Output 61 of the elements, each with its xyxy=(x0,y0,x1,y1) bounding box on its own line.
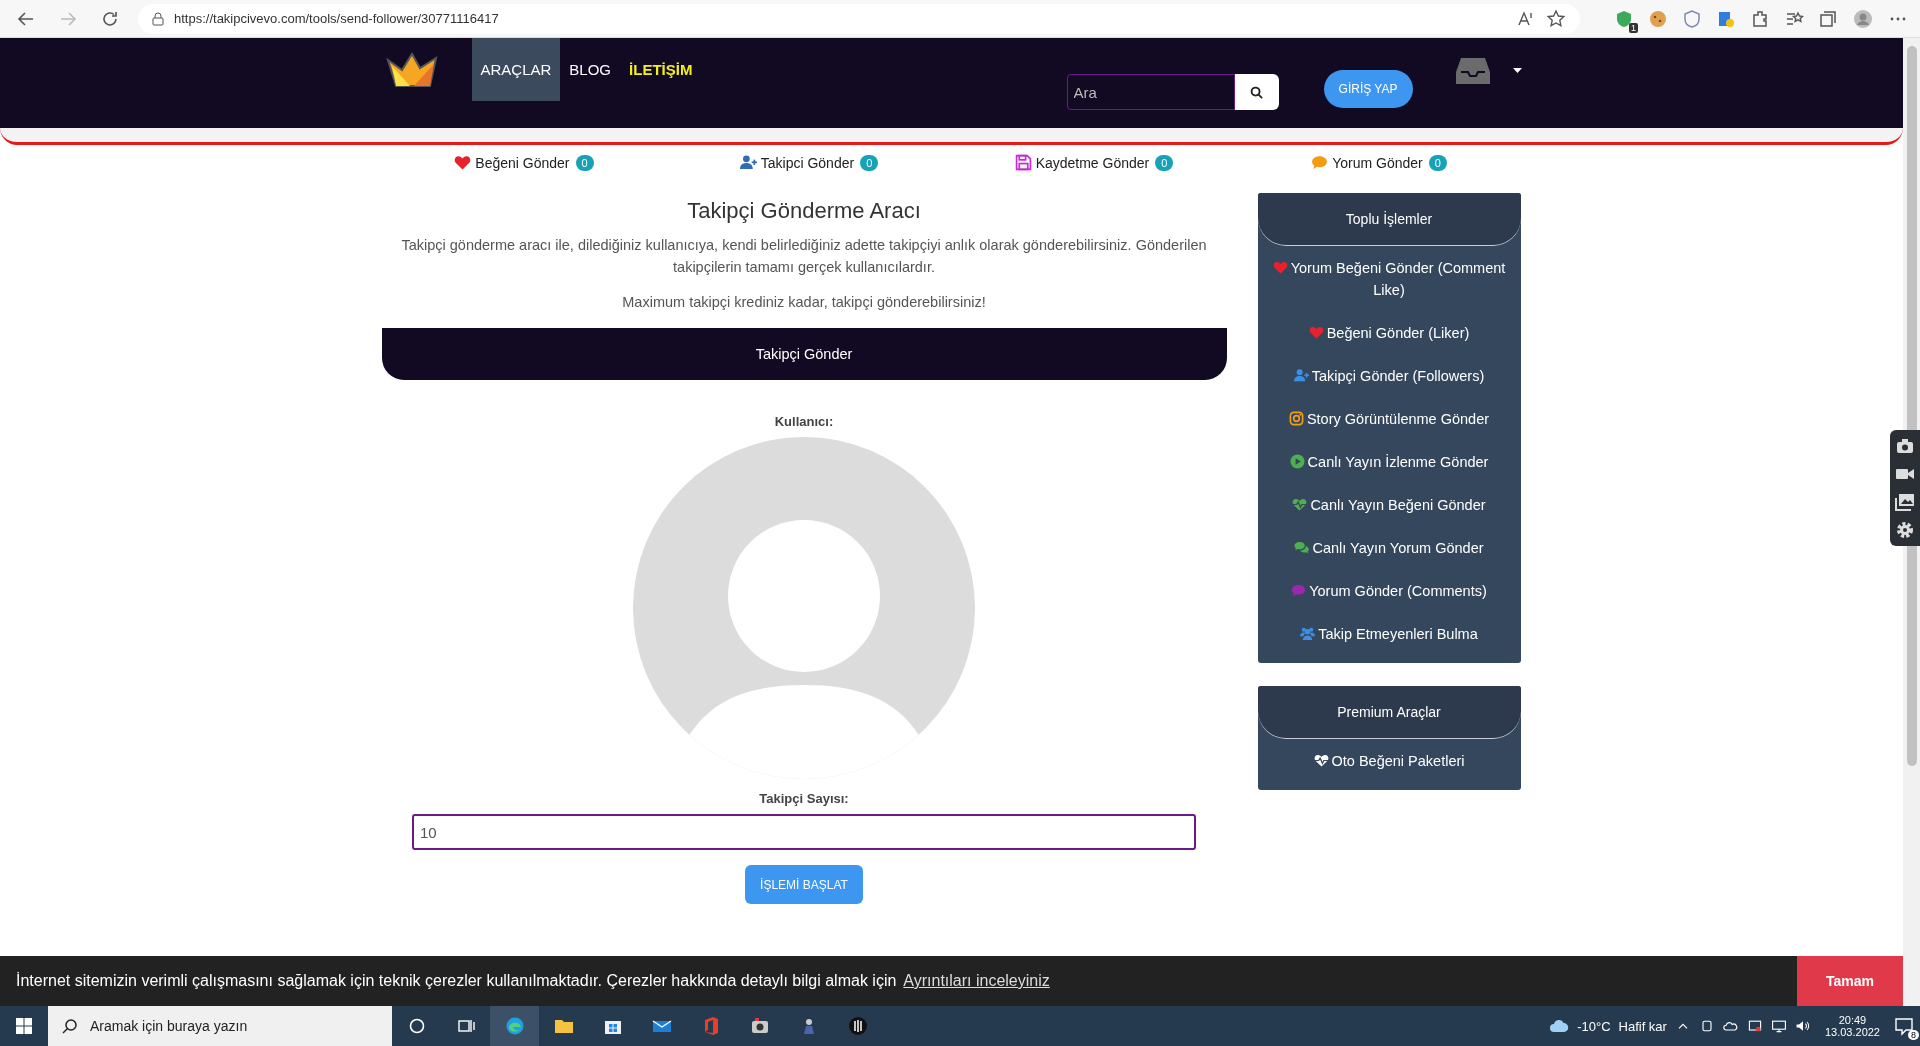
clock-date: 13.03.2022 xyxy=(1824,1026,1880,1038)
temperature-text: -10°C xyxy=(1577,1018,1611,1034)
audio-app-icon[interactable] xyxy=(847,1016,868,1036)
camera-icon[interactable] xyxy=(1895,436,1915,456)
panel-header: Toplu İşlemler xyxy=(1257,193,1521,246)
nav-link[interactable]: ARAÇLAR xyxy=(471,38,561,101)
cookie-text: İnternet sitemizin verimli çalışmasını sağlamak için teknik çerezler kullanılmaktadır. Çerezler hakkında detaylı bilgi almak için xyxy=(15,972,897,990)
search-field[interactable]: Ara xyxy=(1066,74,1235,110)
sidebar-link[interactable]: Beğeni Gönder (Liker) xyxy=(1257,311,1521,354)
gallery-icon[interactable] xyxy=(1895,492,1915,512)
note-text: Maximum takipçi krediniz kadar, takipçi gönderebilirsiniz! xyxy=(622,294,986,310)
shield-extension-icon[interactable] xyxy=(1614,8,1634,29)
count-field[interactable]: 10 xyxy=(412,814,1196,850)
tool-link[interactable]: Kaydetme Gönder 0 xyxy=(1008,153,1180,172)
count-badge: 0 xyxy=(860,154,879,171)
puzzle-icon[interactable] xyxy=(1750,8,1770,29)
lock-icon xyxy=(152,11,164,26)
favorite-star-icon[interactable] xyxy=(1546,8,1566,29)
caret-icon[interactable] xyxy=(1512,68,1522,74)
sidebar-link[interactable]: Yorum Beğeni Gönder (Comment Like) xyxy=(1257,246,1521,311)
search-button[interactable] xyxy=(1234,74,1279,110)
notification-badge: 8 xyxy=(1908,1030,1919,1040)
shield-icon[interactable] xyxy=(1682,8,1702,29)
field-label: Kullanıcı: xyxy=(774,414,834,429)
sidebar-link[interactable]: Story Görüntülenme Gönder xyxy=(1257,397,1521,440)
count-badge: 0 xyxy=(1428,154,1447,171)
notification-icon[interactable] xyxy=(1894,1016,1914,1036)
profile-avatar-icon[interactable] xyxy=(1852,8,1874,29)
search-icon xyxy=(1250,85,1264,99)
field-label: Takipçi Sayısı: xyxy=(759,791,849,806)
tool-link[interactable]: Beğeni Gönder 0 xyxy=(448,153,600,172)
details-link[interactable]: Ayrıntıları inceleyiniz xyxy=(903,972,1050,990)
extension-badge: 1 xyxy=(1629,22,1638,33)
sidebar-link[interactable]: Takipçi Gönder (Followers) xyxy=(1257,354,1521,397)
panel-header: Premium Araçlar xyxy=(1257,686,1521,739)
count-badge: 0 xyxy=(575,154,594,171)
sidebar-link[interactable]: Oto Beğeni Paketleri xyxy=(1257,739,1521,782)
weather-text: Hafif kar xyxy=(1618,1018,1667,1034)
accept-button[interactable]: Tamam xyxy=(1797,956,1903,1006)
windows-start-icon[interactable] xyxy=(14,1016,34,1036)
form-banner: Takipçi Gönder xyxy=(381,328,1227,380)
tool-link[interactable]: Yorum Gönder 0 xyxy=(1305,153,1453,172)
page-title: Takipçi Gönderme Aracı xyxy=(687,198,921,224)
taskbar-search[interactable]: Aramak için buraya yazın xyxy=(48,1006,392,1046)
sidebar-link[interactable]: Yorum Gönder (Comments) xyxy=(1257,569,1521,612)
count-badge: 0 xyxy=(1155,154,1174,171)
nav-link[interactable]: İLETİŞİM xyxy=(620,38,702,101)
sidebar-link[interactable]: Canlı Yayın Beğeni Gönder xyxy=(1257,483,1521,526)
sidebar-link[interactable]: Takip Etmeyenleri Bulma xyxy=(1257,612,1521,655)
sidebar-link[interactable]: Canlı Yayın Yorum Gönder xyxy=(1257,526,1521,569)
sidebar-link[interactable]: Canlı Yayın İzlenme Gönder xyxy=(1257,440,1521,483)
inbox-icon[interactable] xyxy=(1454,56,1491,86)
settings-icon[interactable] xyxy=(1895,520,1915,540)
tool-link[interactable]: Takipci Gönder 0 xyxy=(733,153,885,172)
nav-link[interactable]: BLOG xyxy=(560,38,621,101)
clock-time: 20:49 xyxy=(1838,1014,1867,1026)
search-icon xyxy=(62,1018,78,1034)
address-bar[interactable]: https://takipcivevo.com/tools/send-follower/30771116417 xyxy=(138,3,1580,34)
description-text: Takipçi gönderme aracı ile, dilediğiniz kullanıcıya, kendi belirlediğiniz adette takipçiyi anlık olarak gönderebilirsiniz. Gönderilen takipçilerin tamamı gerçek kullanıcılardır. xyxy=(400,236,1208,277)
camera-app-icon[interactable] xyxy=(749,1016,770,1036)
collections-icon[interactable] xyxy=(1818,8,1838,29)
